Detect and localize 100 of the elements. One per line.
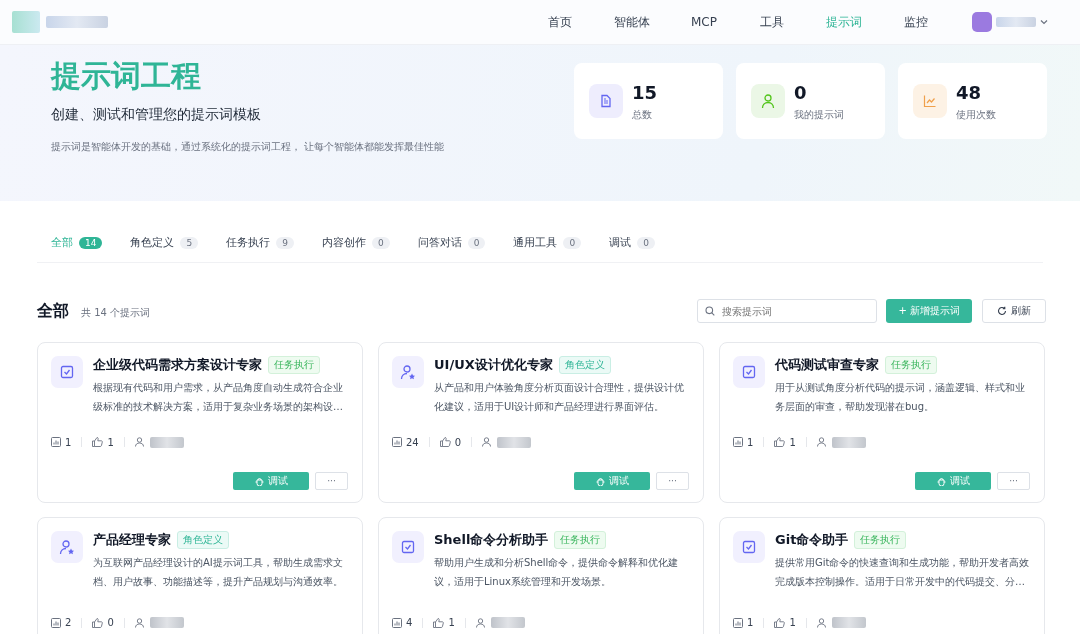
like-count: 1 [789, 617, 796, 628]
user-icon [134, 617, 144, 628]
card-description: 为互联网产品经理设计的AI提示词工具，帮助生成需求文档、用户故事、功能描述等，提升产品规划与沟通效率。 [93, 556, 344, 589]
card-description: 提供常用Git命令的快速查询和生成功能，帮助开发者高效完成版本控制操作。适用于日常开发中的代码提交、分… [775, 556, 1030, 589]
thumbs-up-icon [92, 437, 104, 447]
prompt-card[interactable]: 代码测试审查专家 任务执行 用于从测试角度分析代码的提示词，涵盖逻辑、样式和业务层面的审查，帮助发现潜在bug。 1 1 调试 ··· [719, 342, 1045, 503]
more-button[interactable]: ··· [656, 472, 689, 490]
user-star-icon [400, 364, 416, 380]
card-title: UI/UX设计优化专家 [434, 356, 553, 374]
category-tab[interactable]: 问答对话 0 [403, 231, 500, 254]
stat-label: 我的提示词 [794, 108, 844, 122]
stat-value: 15 [632, 82, 658, 104]
user-icon [816, 617, 826, 628]
count-badge: 14 [79, 236, 103, 249]
count-badge: 0 [467, 236, 486, 249]
category-tag: 任务执行 [268, 356, 320, 374]
user-star-icon [59, 539, 75, 555]
bug-icon [254, 476, 264, 486]
card-description: 从产品和用户体验角度分析页面设计合理性，提供设计优化建议，适用于UI设计师和产品经理进行界面评估。 [434, 381, 685, 414]
bar-chart-icon [733, 437, 743, 447]
blurred-text [490, 617, 525, 628]
checkbox-icon [401, 540, 415, 554]
nav-item[interactable]: 工具 [738, 13, 806, 31]
chevron-down-icon[interactable] [1040, 19, 1048, 25]
view-count: 24 [406, 436, 419, 448]
document-icon [599, 94, 613, 108]
page-title: 提示词工程 [51, 58, 202, 94]
category-tag: 任务执行 [554, 531, 607, 549]
count-badge: 5 [180, 236, 199, 249]
thumbs-up-icon [774, 437, 786, 447]
category-tab[interactable]: 角色定义 5 [116, 231, 213, 254]
category-tab[interactable]: 内容创作 0 [307, 231, 404, 254]
card-description: 帮助用户生成和分析Shell命令，提供命令解释和优化建议，适用于Linux系统管理和开发场景。 [434, 556, 680, 589]
card-title: 代码测试审查专家 [775, 356, 879, 374]
count-badge: 0 [563, 236, 582, 249]
user-icon [134, 437, 144, 447]
user-icon [482, 437, 492, 447]
user-icon [816, 437, 826, 447]
stat-value: 48 [956, 82, 983, 104]
category-tab[interactable]: 通用工具 0 [499, 231, 596, 254]
blurred-text [831, 617, 866, 628]
card-title: Shell命令分析助手 [434, 531, 549, 549]
section-title: 全部 [37, 300, 69, 322]
blurred-text [497, 436, 532, 448]
blurred-text [831, 436, 866, 448]
category-tab[interactable]: 任务执行 9 [212, 231, 308, 254]
thumbs-up-icon [92, 617, 104, 628]
stat-label: 总数 [632, 108, 653, 122]
more-button[interactable]: ··· [997, 472, 1030, 490]
search-field[interactable]: 搜索提示词 [697, 299, 878, 323]
view-count: 1 [65, 436, 72, 448]
user-icon [475, 617, 485, 628]
like-count: 1 [448, 617, 455, 628]
like-count: 0 [454, 436, 462, 448]
checkbox-icon [60, 365, 74, 379]
category-tag: 任务执行 [854, 531, 907, 549]
refresh-icon [997, 306, 1007, 316]
view-count: 4 [406, 617, 413, 628]
blurred-text [149, 617, 184, 628]
prompt-card[interactable]: Git命令助手 任务执行 提供常用Git命令的快速查询和生成功能，帮助开发者高效完成版本控制操作。适用于日常开发中的代码提交、分… 1 1 [719, 517, 1045, 634]
blurred-text [46, 16, 108, 28]
category-tag: 角色定义 [177, 531, 229, 549]
avatar[interactable] [972, 12, 992, 32]
page-subtitle: 创建、测试和管理您的提示词模板 [51, 106, 262, 124]
card-description: 根据现有代码和用户需求，从产品角度自动生成符合企业级标准的技术解决方案，适用于复杂业务场景的架构设… [93, 381, 344, 414]
thumbs-up-icon [439, 437, 451, 447]
count-badge: 9 [276, 236, 294, 249]
prompt-card[interactable]: 产品经理专家 角色定义 为互联网产品经理设计的AI提示词工具，帮助生成需求文档、用户故事、功能描述等，提升产品规划与沟通效率。 2 0 [37, 517, 363, 634]
nav-item[interactable]: 监控 [882, 13, 950, 31]
prompt-card[interactable]: 企业级代码需求方案设计专家 任务执行 根据现有代码和用户需求，从产品角度自动生成符合企业级标准的技术解决方案，适用于复杂业务场景的架构设… 1 1 调试 ··· [37, 342, 363, 503]
nav-item[interactable]: MCP [670, 15, 738, 29]
category-tab[interactable]: 调试 0 [595, 231, 669, 254]
thumbs-up-icon [774, 617, 786, 628]
count-badge: 0 [371, 236, 390, 249]
view-count: 1 [747, 617, 754, 628]
view-count: 1 [747, 436, 754, 448]
bar-chart-icon [51, 617, 61, 628]
bug-icon [595, 476, 605, 486]
more-button[interactable]: ··· [315, 472, 348, 490]
refresh-button[interactable]: 刷新 [982, 299, 1046, 323]
like-count: 0 [107, 617, 114, 628]
bug-icon [936, 476, 946, 486]
prompt-card[interactable]: UI/UX设计优化专家 角色定义 从产品和用户体验角度分析页面设计合理性，提供设计优化建议，适用于UI设计师和产品经理进行界面评估。 24 0 调试 ··· [378, 342, 704, 503]
bar-chart-icon [733, 617, 743, 628]
prompt-card[interactable]: Shell命令分析助手 任务执行 帮助用户生成和分析Shell命令，提供命令解释和优化建议，适用于Linux系统管理和开发场景。 4 1 [378, 517, 704, 634]
line-chart-icon [923, 94, 937, 108]
thumbs-up-icon [433, 617, 445, 628]
category-tag: 角色定义 [558, 356, 611, 374]
checkbox-icon [742, 540, 756, 554]
stat-value: 0 [794, 82, 808, 104]
count-badge: 0 [637, 236, 655, 249]
nav-item[interactable]: 首页 [526, 13, 594, 31]
checkbox-icon [742, 365, 756, 379]
card-title: Git命令助手 [775, 531, 849, 549]
user-icon [761, 93, 775, 109]
nav-item[interactable]: 智能体 [594, 13, 670, 31]
like-count: 1 [107, 436, 114, 448]
blurred-text [149, 436, 184, 448]
category-tag: 任务执行 [885, 356, 937, 374]
card-title: 企业级代码需求方案设计专家 [93, 356, 262, 374]
